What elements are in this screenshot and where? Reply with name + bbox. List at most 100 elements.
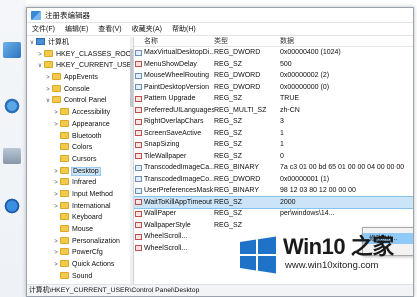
tree-item-label: Cursors bbox=[72, 155, 97, 163]
tree-item-label: Console bbox=[64, 85, 90, 93]
values-header: 名称 类型 数据 bbox=[134, 37, 413, 47]
tree-item-label: 计算机 bbox=[48, 39, 69, 46]
value-type-cell: REG_SZ bbox=[214, 221, 243, 229]
value-data-cell: 1 bbox=[280, 141, 284, 148]
computer-icon bbox=[36, 38, 45, 45]
tree-item-label: Colors bbox=[72, 144, 93, 152]
watermark-title: Win10 之家 bbox=[283, 234, 394, 259]
value-row[interactable]: PaintDesktopVersion REG_DWORD 0x00000000 (… bbox=[134, 82, 413, 94]
value-name-cell: RightOverlapChars bbox=[134, 116, 214, 128]
header-data[interactable]: 数据 bbox=[280, 37, 413, 46]
tree-item[interactable]: ∨ 计算机 bbox=[27, 37, 133, 49]
string-value-icon bbox=[135, 107, 142, 114]
value-type-cell: REG_SZ bbox=[214, 118, 243, 125]
value-name: PreferredUILanguages bbox=[144, 106, 214, 114]
value-data-cell: 0x00000002 (2) bbox=[280, 72, 330, 79]
header-name[interactable]: 名称 bbox=[134, 37, 214, 46]
desktop-shortcut-icon[interactable] bbox=[3, 98, 21, 114]
tree-item-label: Mouse bbox=[72, 226, 94, 233]
value-name: WheelScroll... bbox=[144, 244, 188, 252]
menu-file[interactable]: 文件(F) bbox=[32, 24, 55, 34]
tree-item[interactable]: > HKEY_CLASSES_ROOT bbox=[27, 49, 133, 61]
menu-view[interactable]: 查看(V) bbox=[98, 24, 121, 34]
value-type-cell: REG_DWORD bbox=[214, 49, 261, 56]
tree-item[interactable]: > Quick Actions bbox=[27, 259, 133, 271]
tree-item[interactable]: > Accessibility bbox=[27, 107, 133, 119]
binary-value-icon bbox=[135, 187, 142, 194]
tree-item[interactable]: > International bbox=[27, 201, 133, 213]
value-data-cell: 7a c3 01 00 bd 65 01 00 00 04 00 00 00 bbox=[280, 164, 405, 171]
tree-item[interactable]: > Input Method bbox=[27, 189, 133, 201]
value-row[interactable]: UserPreferencesMask REG_BINARY 98 12 03 80… bbox=[134, 185, 413, 197]
folder-icon bbox=[60, 260, 69, 268]
binary-value-icon bbox=[135, 72, 142, 79]
value-name: WheelScroll... bbox=[144, 233, 188, 240]
tree-item[interactable]: Cursors bbox=[27, 154, 133, 166]
tree-item[interactable]: Mouse bbox=[27, 224, 133, 236]
tree-item[interactable]: Sound bbox=[27, 271, 133, 283]
value-name: MouseWheelRouting bbox=[144, 72, 209, 79]
tree-item[interactable]: > Infrared bbox=[27, 177, 133, 189]
folder-icon bbox=[60, 213, 69, 221]
value-type-cell: REG_SZ bbox=[214, 198, 243, 206]
value-row[interactable]: WallPaper REG_SZ per\windows\14... bbox=[134, 208, 413, 220]
tree-item[interactable]: > AppEvents bbox=[27, 72, 133, 84]
value-row[interactable]: Pattern Upgrade REG_SZ TRUE bbox=[134, 93, 413, 105]
header-type[interactable]: 类型 bbox=[214, 37, 280, 46]
value-name: WaitToKillAppTimeout bbox=[144, 198, 212, 206]
tree-item[interactable]: > Console bbox=[27, 84, 133, 96]
menu-favorites[interactable]: 收藏夹(A) bbox=[132, 24, 162, 34]
title-bar[interactable]: 注册表编辑器 bbox=[27, 8, 413, 23]
value-row[interactable]: RightOverlapChars REG_SZ 3 bbox=[134, 116, 413, 128]
folder-icon bbox=[60, 108, 69, 116]
tree-item[interactable]: Colors bbox=[27, 142, 133, 154]
value-name-cell: TranscodedImageCa... bbox=[134, 162, 214, 174]
tree-item[interactable]: ∨ HKEY_CURRENT_USER bbox=[27, 60, 133, 72]
value-data-cell: TRUE bbox=[280, 95, 300, 102]
tree-item[interactable]: > PowerCfg bbox=[27, 247, 133, 259]
menu-edit[interactable]: 编辑(E) bbox=[65, 24, 88, 34]
menu-help[interactable]: 帮助(H) bbox=[172, 24, 196, 34]
value-data-cell: 0 bbox=[280, 152, 284, 160]
string-value-icon bbox=[135, 141, 142, 148]
folder-icon bbox=[52, 96, 61, 104]
value-row[interactable]: TranscodedImageCo... REG_DWORD 0x00000001 … bbox=[134, 174, 413, 186]
tree-item[interactable]: ∨ Control Panel bbox=[27, 95, 133, 107]
tree-item-label: HKEY_CURRENT_USER bbox=[56, 62, 134, 70]
value-row[interactable]: ScreenSaveActive REG_SZ 1 bbox=[134, 128, 413, 140]
string-value-icon bbox=[135, 199, 142, 206]
tree-item[interactable]: Keyboard bbox=[27, 212, 133, 224]
folder-icon bbox=[60, 201, 69, 209]
tree-item-label: PowerCfg bbox=[72, 249, 103, 257]
value-name: RightOverlapChars bbox=[144, 118, 204, 125]
value-type-cell: REG_SZ bbox=[214, 210, 243, 217]
tree-item[interactable]: > Appearance bbox=[27, 119, 133, 131]
value-row[interactable]: MaxVirtualDesktopDi... REG_DWORD 0x0000040… bbox=[134, 47, 413, 59]
value-name-cell: TranscodedImageCo... bbox=[134, 174, 214, 186]
value-row[interactable]: TranscodedImageCa... REG_BINARY 7a c3 01 0… bbox=[134, 162, 413, 174]
value-row[interactable]: TileWallpaper REG_SZ 0 bbox=[134, 151, 413, 163]
tree-item-label: Desktop bbox=[71, 166, 101, 176]
desktop-shortcut-icon[interactable] bbox=[3, 148, 21, 164]
tree-item[interactable]: Bluetooth bbox=[27, 131, 133, 143]
value-name: PaintDesktopVersion bbox=[144, 83, 209, 91]
folder-icon bbox=[44, 49, 53, 57]
string-value-icon bbox=[135, 118, 142, 125]
value-row[interactable]: PreferredUILanguages REG_MULTI_SZ zh-CN bbox=[134, 105, 413, 117]
value-row[interactable]: MouseWheelRouting REG_DWORD 0x00000002 (2) bbox=[134, 70, 413, 82]
tree-item[interactable]: > Desktop bbox=[27, 166, 133, 178]
tree-item-label: Keyboard bbox=[72, 214, 102, 222]
folder-icon bbox=[60, 189, 69, 197]
desktop-shortcut-icon[interactable] bbox=[3, 198, 21, 214]
value-row[interactable]: WaitToKillAppTimeout REG_SZ 2000 bbox=[134, 195, 413, 209]
value-type-cell: REG_SZ bbox=[214, 129, 243, 137]
value-row[interactable]: SnapSizing REG_SZ 1 bbox=[134, 139, 413, 151]
tree-item[interactable]: > Personalization bbox=[27, 236, 133, 248]
binary-value-icon bbox=[135, 84, 142, 91]
value-row[interactable]: MenuShowDelay REG_SZ 500 bbox=[134, 59, 413, 71]
tree-item-label: Bluetooth bbox=[72, 132, 102, 140]
value-name-cell: ScreenSaveActive bbox=[134, 128, 214, 140]
desktop-shortcut-icon[interactable] bbox=[3, 42, 21, 58]
value-type-cell: REG_MULTI_SZ bbox=[214, 106, 267, 114]
watermark-url: www.win10xitong.com bbox=[285, 260, 379, 271]
